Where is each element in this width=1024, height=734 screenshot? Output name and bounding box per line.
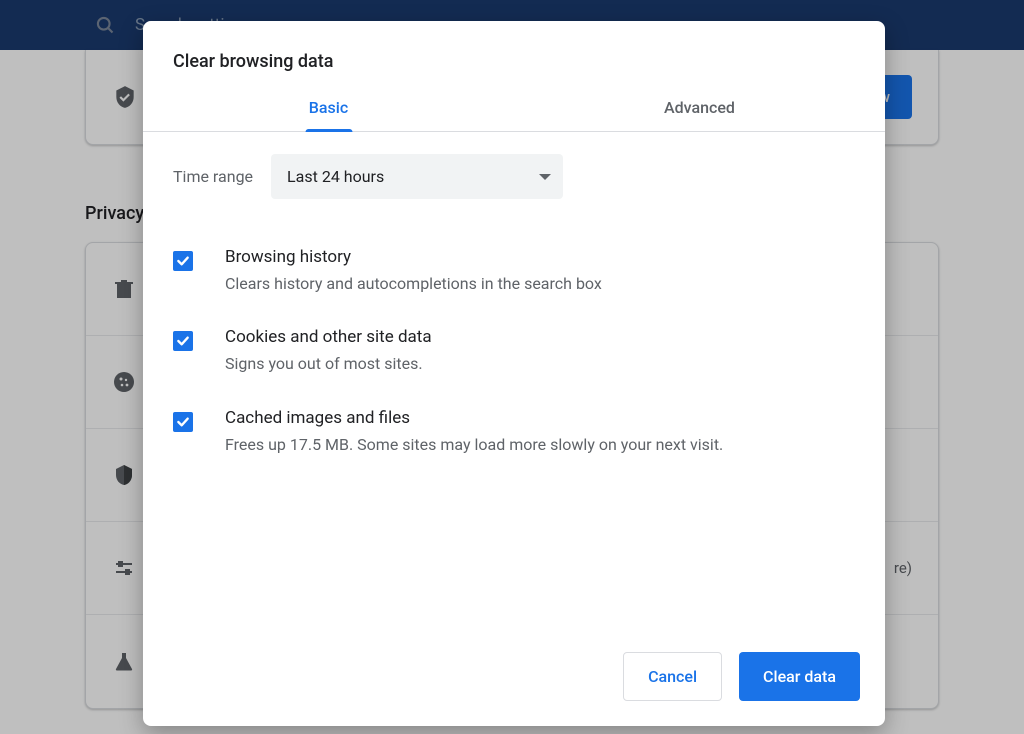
dialog-tabs: Basic Advanced [143, 90, 885, 132]
option-desc: Signs you out of most sites. [225, 353, 432, 375]
cancel-button[interactable]: Cancel [623, 652, 722, 701]
checkbox-cookies[interactable] [173, 331, 193, 351]
option-cookies[interactable]: Cookies and other site data Signs you ou… [173, 327, 855, 375]
time-range-value: Last 24 hours [287, 167, 384, 186]
option-desc: Frees up 17.5 MB. Some sites may load mo… [225, 434, 723, 456]
option-text: Cookies and other site data Signs you ou… [225, 327, 432, 375]
option-title: Cookies and other site data [225, 327, 432, 347]
option-desc: Clears history and autocompletions in th… [225, 273, 602, 295]
dialog-body: Time range Last 24 hours Browsing histor… [143, 132, 885, 652]
option-title: Browsing history [225, 247, 602, 267]
time-range-select[interactable]: Last 24 hours [271, 154, 563, 199]
dialog-title: Clear browsing data [143, 21, 885, 90]
time-range-label: Time range [173, 167, 253, 186]
option-browsing-history[interactable]: Browsing history Clears history and auto… [173, 247, 855, 295]
tab-basic[interactable]: Basic [143, 90, 514, 131]
chevron-down-icon [539, 174, 551, 180]
clear-data-button[interactable]: Clear data [739, 652, 860, 701]
option-text: Browsing history Clears history and auto… [225, 247, 602, 295]
option-text: Cached images and files Frees up 17.5 MB… [225, 408, 723, 456]
clear-browsing-data-dialog: Clear browsing data Basic Advanced Time … [143, 21, 885, 726]
checkbox-cached[interactable] [173, 412, 193, 432]
checkbox-browsing-history[interactable] [173, 251, 193, 271]
option-cached[interactable]: Cached images and files Frees up 17.5 MB… [173, 408, 855, 456]
tab-advanced[interactable]: Advanced [514, 90, 885, 131]
option-title: Cached images and files [225, 408, 723, 428]
time-range-row: Time range Last 24 hours [173, 154, 855, 199]
dialog-footer: Cancel Clear data [143, 652, 885, 726]
